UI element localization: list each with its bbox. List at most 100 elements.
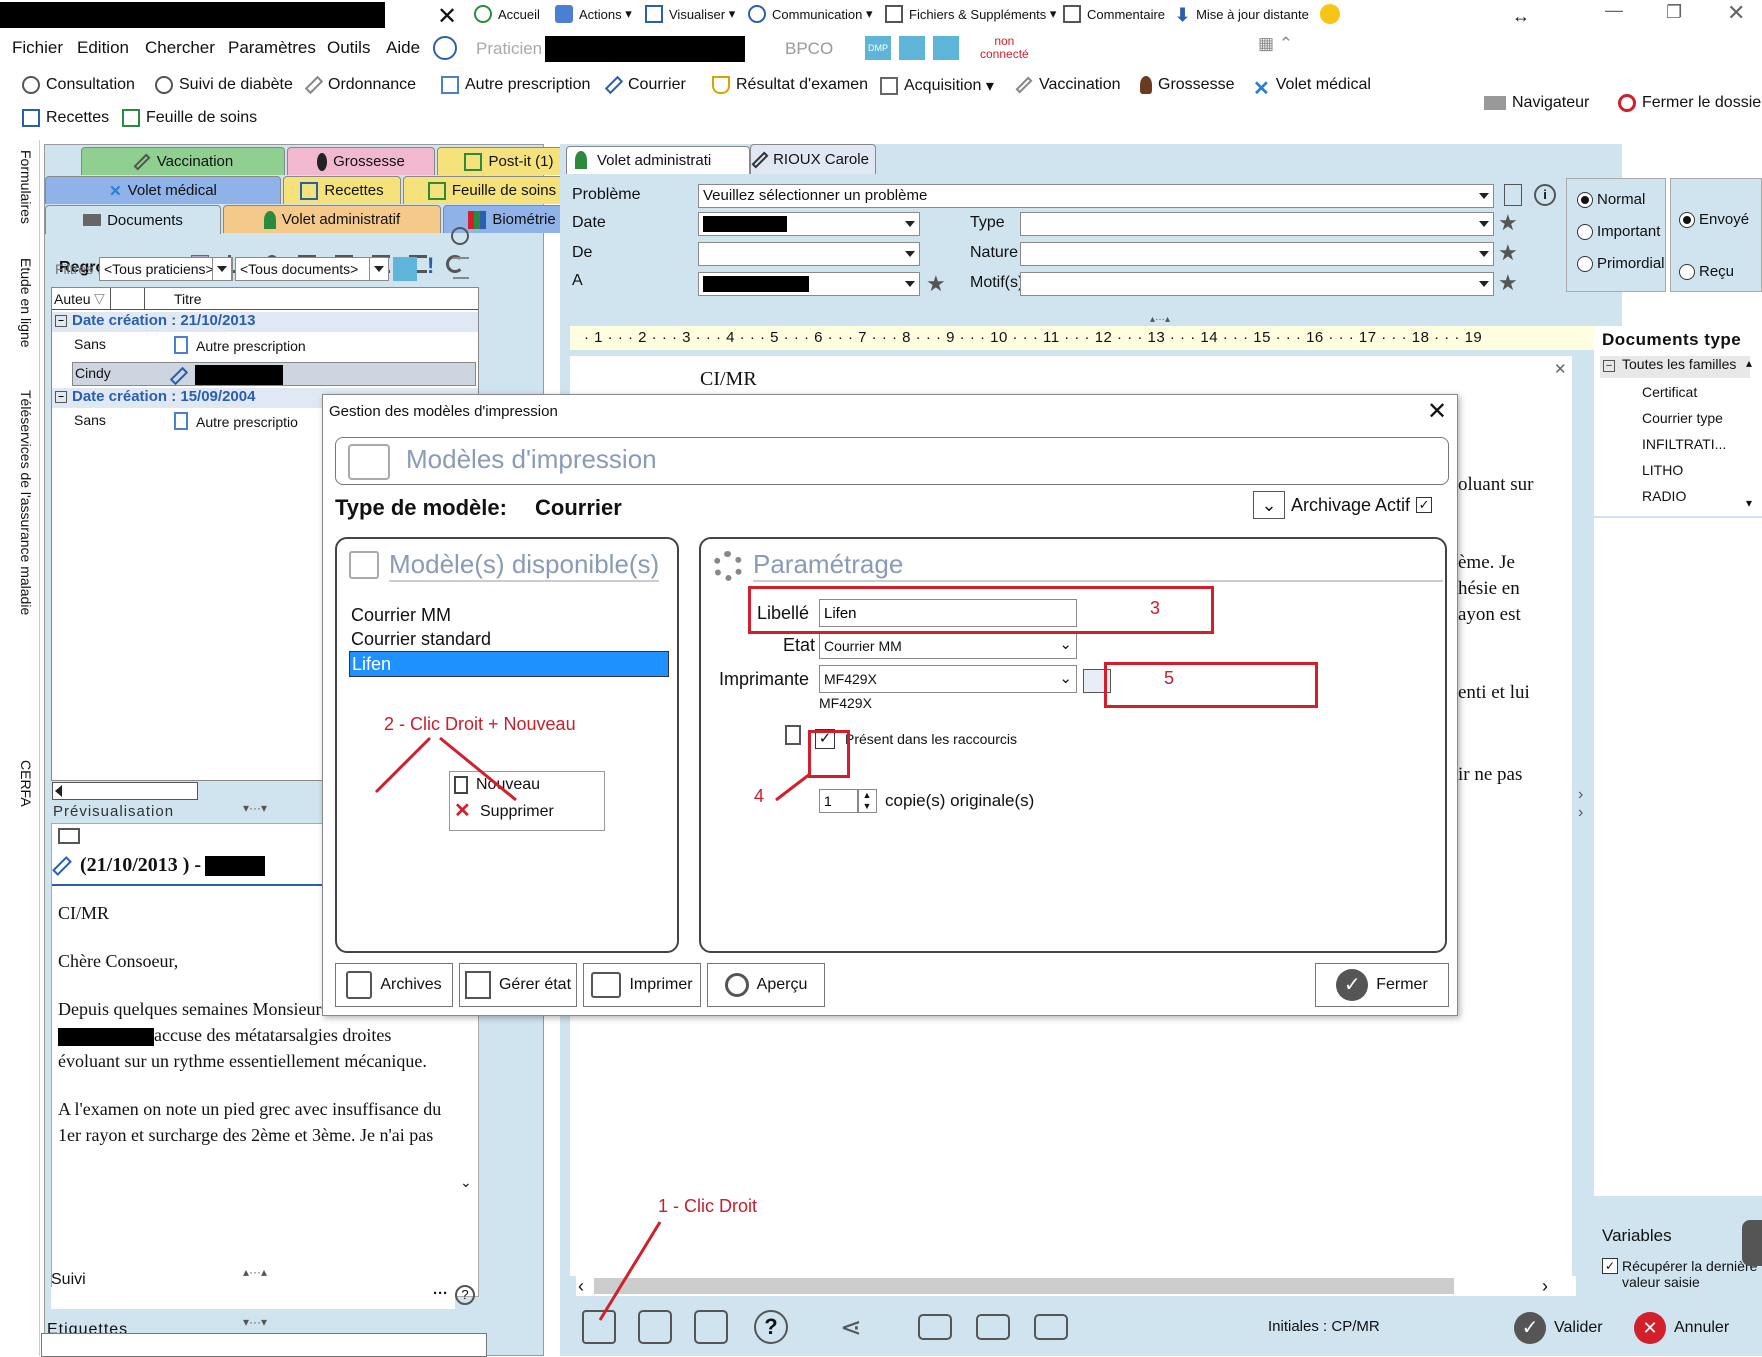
alert-icon[interactable]: ! <box>427 253 434 279</box>
tb-navigateur[interactable]: Navigateur <box>1484 94 1589 112</box>
radio-important[interactable]: Important <box>1577 223 1660 241</box>
menu-edition[interactable]: Edition <box>77 38 129 58</box>
manage-state-button[interactable]: Gérer état <box>459 963 577 1007</box>
star-icon[interactable]: ★ <box>1498 212 1518 234</box>
filter-documents[interactable]: <Tous documents> <box>235 257 389 281</box>
filter-praticiens-dropdown[interactable] <box>212 257 232 281</box>
titlebar-visualiser[interactable]: Visualiser ▾ <box>645 5 735 23</box>
print-button[interactable]: Imprimer <box>583 963 701 1007</box>
zoom-icon[interactable] <box>638 1310 672 1344</box>
tab-grossesse[interactable]: Grossesse <box>287 147 435 175</box>
dialog-close-icon[interactable]: ✕ <box>1427 397 1447 426</box>
tab-documents[interactable]: Documents <box>45 205 221 234</box>
etat-select[interactable]: Courrier MM ⌄ <box>819 633 1077 659</box>
scroll-down-icon[interactable]: ⌄ <box>460 1174 472 1191</box>
tb-autre-prescription[interactable]: Autre prescription <box>441 76 590 94</box>
close-button[interactable]: ✓ Fermer <box>1315 963 1449 1007</box>
tree-item[interactable]: LITHO <box>1642 462 1683 478</box>
minimize-icon[interactable]: — <box>1605 0 1623 21</box>
tb-resultat[interactable]: Résultat d'examen <box>712 76 868 94</box>
tree-item[interactable]: INFILTRATI... <box>1642 436 1726 452</box>
list-icon[interactable] <box>1504 184 1522 206</box>
preview-button[interactable]: Aperçu <box>707 963 825 1007</box>
tab-volet-medical[interactable]: ✕ Volet médical <box>45 176 281 204</box>
tb-vaccination[interactable]: Vaccination <box>1015 76 1121 94</box>
menu-outils[interactable]: Outils <box>327 38 370 58</box>
screen-icon[interactable] <box>58 828 80 844</box>
side-badge[interactable] <box>1742 1220 1762 1266</box>
date-select[interactable] <box>698 212 920 236</box>
tab-volet-admin-doc[interactable]: Volet administrati <box>566 146 750 174</box>
side-tab-formulaires[interactable]: Formulaires <box>8 150 34 245</box>
globe-icon[interactable] <box>433 36 457 60</box>
preview-collapse-icon[interactable]: ▾···▾ <box>243 801 267 815</box>
titlebar-commentaire[interactable]: Commentaire <box>1063 5 1165 23</box>
scroll-up-icon[interactable]: ▴ <box>1746 356 1752 370</box>
de-select[interactable] <box>698 242 920 266</box>
list-item[interactable]: Sans Autre prescription <box>52 334 478 360</box>
printer-select[interactable]: MF429X ⌄ <box>819 665 1077 693</box>
print-icon[interactable] <box>582 1310 616 1344</box>
tb-volet-medical[interactable]: ✕ Volet médical <box>1253 76 1371 100</box>
tree-item[interactable]: Courrier type <box>1642 410 1723 426</box>
send-mail-icon[interactable] <box>1034 1314 1068 1340</box>
problem-select[interactable]: Veuillez sélectionner un problème <box>698 184 1494 208</box>
hscroll-left[interactable] <box>52 782 198 800</box>
grid-icon[interactable]: ▦ ⌃ <box>1258 34 1293 54</box>
titlebar-actions[interactable]: Actions ▾ <box>555 5 632 23</box>
etiquettes-input[interactable] <box>41 1333 487 1357</box>
help-icon[interactable]: ? <box>754 1310 788 1344</box>
bpco-label[interactable]: BPCO <box>785 39 833 59</box>
history-icon[interactable] <box>451 227 469 245</box>
suivi-input[interactable] <box>51 1287 455 1309</box>
tree-item[interactable]: RADIO <box>1642 488 1686 504</box>
radio-normal[interactable]: Normal <box>1577 191 1645 209</box>
tree-root[interactable]: – Toutes les familles <box>1600 356 1750 378</box>
tab-volet-admin[interactable]: Volet administratif <box>223 205 441 233</box>
mail-icon[interactable] <box>918 1314 952 1340</box>
list-icon[interactable] <box>453 257 469 279</box>
group-header[interactable]: – Date création : 21/10/2013 <box>52 312 478 332</box>
star-icon[interactable]: ★ <box>1498 242 1518 264</box>
tb-feuille-soins[interactable]: Feuille de soins <box>122 109 257 127</box>
side-tab-cerfa[interactable]: CERFA <box>8 760 34 820</box>
dmp-add-icon[interactable] <box>933 36 959 60</box>
star-icon[interactable]: ★ <box>1498 272 1518 294</box>
type-select[interactable] <box>1020 212 1494 236</box>
close-icon[interactable]: ✕ <box>437 2 457 31</box>
menu-chercher[interactable]: Chercher <box>145 38 215 58</box>
titlebar-fichiers[interactable]: Fichiers & Suppléments ▾ <box>885 5 1056 23</box>
model-item[interactable]: Courrier standard <box>351 629 491 650</box>
model-item[interactable]: Courrier MM <box>351 605 451 626</box>
archiving-toggle[interactable]: ⌄ Archivage Actif ✓ <box>1253 491 1433 519</box>
tb-diabete[interactable]: Suivi de diabète <box>155 76 293 94</box>
more-icon[interactable]: ··· <box>433 1285 448 1302</box>
export-icon[interactable] <box>976 1314 1010 1340</box>
menu-aide[interactable]: Aide <box>386 38 420 58</box>
tab-feuille-soins[interactable]: Feuille de soins <box>403 176 581 204</box>
info-icon[interactable]: i <box>1534 184 1556 206</box>
nature-select[interactable] <box>1020 242 1494 266</box>
col-author[interactable]: Auteu <box>54 291 91 307</box>
radio-envoye[interactable]: Envoyé <box>1679 211 1749 229</box>
radio-primordial[interactable]: Primordial <box>1577 255 1665 273</box>
cancel-button[interactable]: ✕ Annuler <box>1634 1312 1729 1344</box>
tab-rioux[interactable]: RIOUX Carole <box>750 144 876 174</box>
radio-recu[interactable]: Reçu <box>1679 263 1734 281</box>
tb-consultation[interactable]: Consultation <box>22 76 135 94</box>
titlebar-maj[interactable]: ⬇ Mise à jour distante <box>1175 5 1309 25</box>
suivi-collapse-icon[interactable]: ▴···▴ <box>243 1265 267 1279</box>
tab-vaccination[interactable]: Vaccination <box>81 147 285 175</box>
ruler-collapse-icon[interactable]: ▴···▴ <box>1150 314 1170 325</box>
copies-stepper[interactable]: ▲ ▼ <box>857 789 877 813</box>
close-icon[interactable]: ✕ <box>1554 360 1567 378</box>
menu-nouveau[interactable]: Nouveau <box>454 776 540 794</box>
side-tab-teleservices[interactable]: Téléservices de l'assurance maladie <box>8 390 34 750</box>
menu-fichier[interactable]: Fichier <box>12 38 63 58</box>
screen-icon[interactable] <box>694 1310 728 1344</box>
titlebar-accueil[interactable]: Accueil <box>474 5 540 23</box>
restore-icon[interactable]: ❐ <box>1666 2 1682 23</box>
tb-grossesse[interactable]: Grossesse <box>1140 76 1234 94</box>
motif-select[interactable] <box>1020 272 1494 296</box>
tb-courrier[interactable]: Courrier <box>604 75 686 95</box>
